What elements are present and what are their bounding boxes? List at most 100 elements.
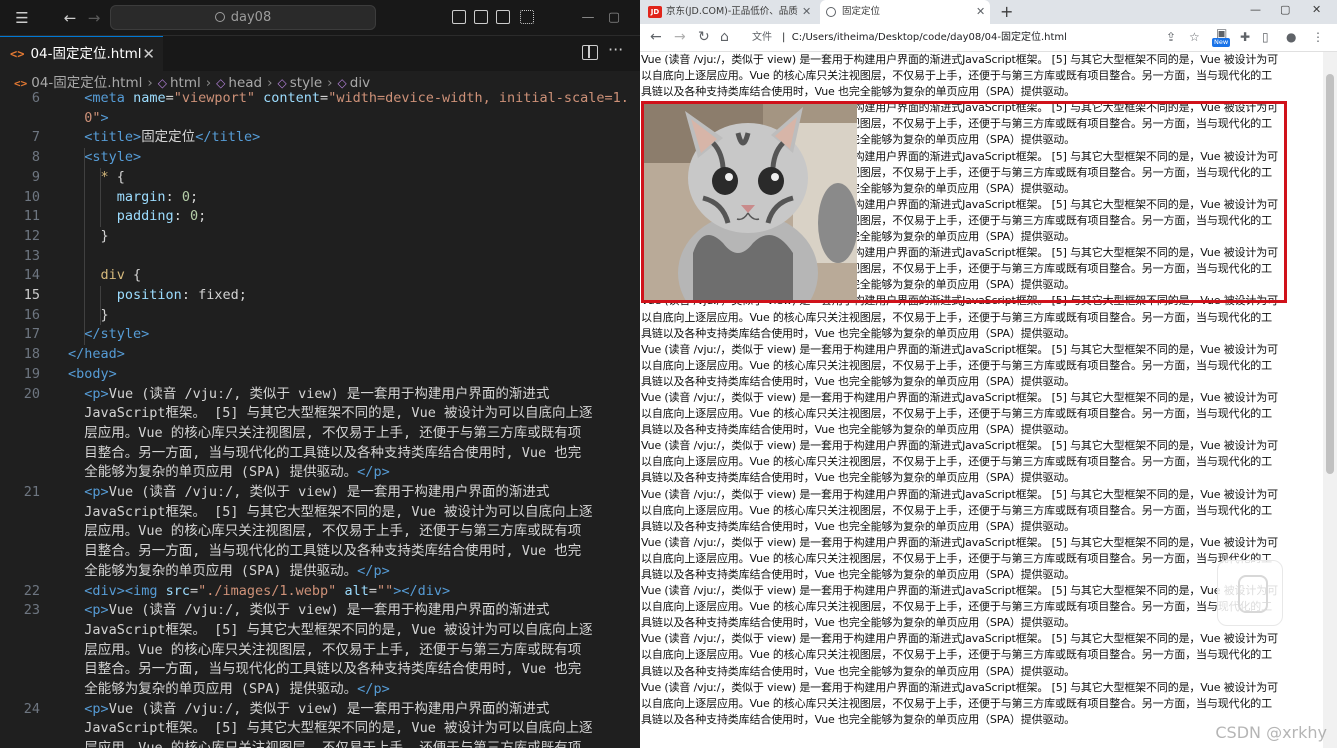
page-paragraph: Vue (读音 /vjuː/，类似于 view) 是一套用于构建用户界面的渐进式… [640, 52, 1323, 100]
line-number: 18 [23, 346, 40, 363]
code-line: margin: 0; [116, 188, 199, 205]
paragraph-line: 以自底向上逐层应用。Vue 的核心库只关注视图层，不仅易于上手，还便于与第三方库… [641, 69, 1273, 83]
menu-icon[interactable]: ☰ [12, 8, 32, 28]
cat-photo-icon [643, 103, 857, 300]
code-line: 全能够为复杂的单页应用 (SPA) 提供驱动。</p> [84, 464, 390, 481]
maximize-icon[interactable]: ▢ [1280, 0, 1290, 20]
home-icon[interactable]: ⌂ [720, 29, 729, 45]
code-line: JavaScript框架。 [5] 与其它大型框架不同的是, Vue 被设计为可… [84, 621, 593, 638]
paragraph-line: 以自底向上逐层应用。Vue 的核心库只关注视图层，不仅易于上手，还便于与第三方库… [641, 503, 1273, 517]
search-text: day08 [230, 10, 272, 25]
line-number: 11 [23, 208, 40, 225]
paragraph-line: 以自底向上逐层应用。Vue 的核心库只关注视图层，不仅易于上手，还便于与第三方库… [641, 358, 1273, 372]
line-number: 21 [23, 484, 40, 500]
jd-logo-icon: JD [648, 5, 662, 18]
forward-arrow-icon[interactable]: → [674, 29, 686, 45]
element-icon: ◇ [216, 76, 226, 90]
line-number: 10 [23, 188, 40, 205]
browser-tabstrip: JD 京东(JD.COM)-正品低价、品质 ✕ 固定定位 ✕ + — ▢ ✕ [640, 0, 1337, 24]
paragraph-line: 具链以及各种支持类库结合使用时，Vue 也完全能够为复杂的单页应用（SPA）提供… [641, 374, 1075, 388]
side-panel-icon[interactable]: ▯ [1262, 30, 1269, 44]
share-icon[interactable]: ⇪ [1166, 30, 1176, 44]
line-number [0, 444, 40, 464]
indent-guide [100, 286, 101, 326]
line-number: 14 [23, 267, 40, 284]
code-line: JavaScript框架。 [5] 与其它大型框架不同的是, Vue 被设计为可… [84, 720, 593, 737]
close-tab-icon[interactable]: ✕ [802, 0, 811, 24]
code-line: <p>Vue (读音 /vjuː/, 类似于 view) 是一套用于构建用户界面… [84, 484, 550, 500]
scrollbar[interactable] [1323, 52, 1337, 748]
page-paragraph: Vue (读音 /vjuː/，类似于 view) 是一套用于构建用户界面的渐进式… [640, 390, 1323, 438]
code-line: JavaScript框架。 [5] 与其它大型框架不同的是, Vue 被设计为可… [84, 405, 593, 422]
tab-04-fixed-position[interactable]: <> 04-固定定位.html ✕ [0, 36, 163, 71]
page-paragraph: Vue (读音 /vjuː/，类似于 view) 是一套用于构建用户界面的渐进式… [640, 487, 1323, 535]
more-actions-icon[interactable]: ··· [608, 40, 623, 59]
back-arrow-icon[interactable]: ← [650, 29, 662, 45]
close-icon[interactable]: ✕ [142, 37, 155, 71]
video-overlay-icon[interactable] [1217, 560, 1283, 626]
code-line: } [100, 306, 109, 323]
line-number [0, 562, 40, 582]
address-url: C:/Users/itheima/Desktop/code/day08/04-固… [791, 32, 1067, 43]
page-paragraph: Vue (读音 /vjuː/，类似于 view) 是一套用于构建用户界面的渐进式… [640, 293, 1323, 341]
scrollbar-thumb[interactable] [1326, 74, 1334, 474]
browser-toolbar: ← → ↻ ⌂ 文件 | C:/Users/itheima/Desktop/cod… [640, 24, 1337, 52]
code-line: <title>固定定位</title> [84, 129, 261, 146]
line-number: 6 [31, 90, 40, 106]
code-line: 层应用。Vue 的核心库只关注视图层, 不仅易于上手, 还便于与第三方库或既有项 [68, 739, 581, 748]
tab-fixed-position[interactable]: 固定定位 [820, 0, 990, 24]
bookmark-star-icon[interactable]: ☆ [1189, 30, 1200, 44]
maximize-icon[interactable]: ▢ [604, 8, 624, 28]
browser-window: JD 京东(JD.COM)-正品低价、品质 ✕ 固定定位 ✕ + — ▢ ✕ ← … [640, 0, 1337, 748]
paragraph-line: Vue (读音 /vjuː/，类似于 view) 是一套用于构建用户界面的渐进式… [641, 390, 1278, 404]
close-window-icon[interactable]: ✕ [1312, 0, 1321, 20]
indent-guide [84, 148, 85, 346]
new-tab-icon[interactable]: + [1000, 0, 1013, 24]
page-paragraph: Vue (读音 /vjuː/，类似于 view) 是一套用于构建用户界面的渐进式… [640, 438, 1323, 486]
code-line: <body> [68, 365, 117, 382]
line-number: 23 [23, 602, 40, 619]
code-line: 层应用。Vue 的核心库只关注视图层, 不仅易于上手, 还便于与第三方库或既有项 [84, 424, 582, 441]
code-line: 层应用。Vue 的核心库只关注视图层, 不仅易于上手, 还便于与第三方库或既有项 [84, 641, 582, 658]
code-line: JavaScript框架。 [5] 与其它大型框架不同的是, Vue 被设计为可… [84, 503, 593, 520]
code-line: <style> [84, 149, 142, 166]
code-line: position: fixed; [116, 287, 247, 303]
paragraph-line: 以自底向上逐层应用。Vue 的核心库只关注视图层，不仅易于上手，还便于与第三方库… [641, 696, 1273, 710]
address-bar[interactable]: 文件 | C:/Users/itheima/Desktop/code/day08/… [752, 27, 1152, 49]
line-number: 16 [23, 306, 40, 323]
line-number [0, 109, 40, 129]
toggle-sidebar-icon[interactable] [452, 10, 466, 24]
paragraph-line: 具链以及各种支持类库结合使用时，Vue 也完全能够为复杂的单页应用（SPA）提供… [641, 85, 1075, 99]
forward-arrow-icon[interactable]: → [84, 8, 104, 28]
code-line: <meta name="viewport" content="width=dev… [84, 90, 629, 106]
extensions-puzzle-icon[interactable]: ✚ [1240, 30, 1250, 44]
indent-guide [100, 167, 101, 227]
toggle-secondary-sidebar-icon[interactable] [496, 10, 510, 24]
code-line: 目整合。另一方面, 当与现代化的工具链以及各种支持类库结合使用时, Vue 也完 [84, 661, 582, 678]
close-tab-icon[interactable]: ✕ [976, 0, 985, 24]
paragraph-line: Vue (读音 /vjuː/，类似于 view) 是一套用于构建用户界面的渐进式… [641, 487, 1278, 501]
watermark: CSDN @xrkhy [1215, 723, 1327, 742]
back-arrow-icon[interactable]: ← [60, 8, 80, 28]
toggle-panel-icon[interactable] [474, 10, 488, 24]
code-line: <div><img src="./images/1.webp" alt=""><… [84, 582, 451, 599]
minimize-icon[interactable]: — [1250, 0, 1261, 20]
code-line: 全能够为复杂的单页应用 (SPA) 提供驱动。</p> [84, 562, 390, 579]
command-center-search[interactable]: day08 [110, 5, 376, 30]
profile-avatar-icon[interactable]: ● [1286, 30, 1296, 44]
editor-titlebar: ☰ ← → day08 — ▢ [0, 0, 640, 36]
paragraph-line: Vue (读音 /vjuː/，类似于 view) 是一套用于构建用户界面的渐进式… [641, 535, 1278, 549]
page-paragraph: Vue (读音 /vjuː/，类似于 view) 是一套用于构建用户界面的渐进式… [640, 342, 1323, 390]
file-info-label: 文件 [752, 32, 772, 43]
customize-layout-icon[interactable] [520, 10, 534, 24]
kebab-menu-icon[interactable]: ⋮ [1312, 30, 1324, 44]
line-number: 17 [23, 326, 40, 343]
reload-icon[interactable]: ↻ [698, 29, 710, 45]
code-area[interactable]: 6 <meta name="viewport" content="width=d… [0, 89, 640, 748]
cat-image [643, 103, 857, 300]
split-editor-icon[interactable] [582, 45, 598, 60]
minimize-icon[interactable]: — [578, 8, 598, 28]
element-icon: ◇ [157, 76, 167, 90]
line-number: 15 [23, 287, 40, 303]
tab-jd[interactable]: JD 京东(JD.COM)-正品低价、品质 [648, 0, 814, 24]
